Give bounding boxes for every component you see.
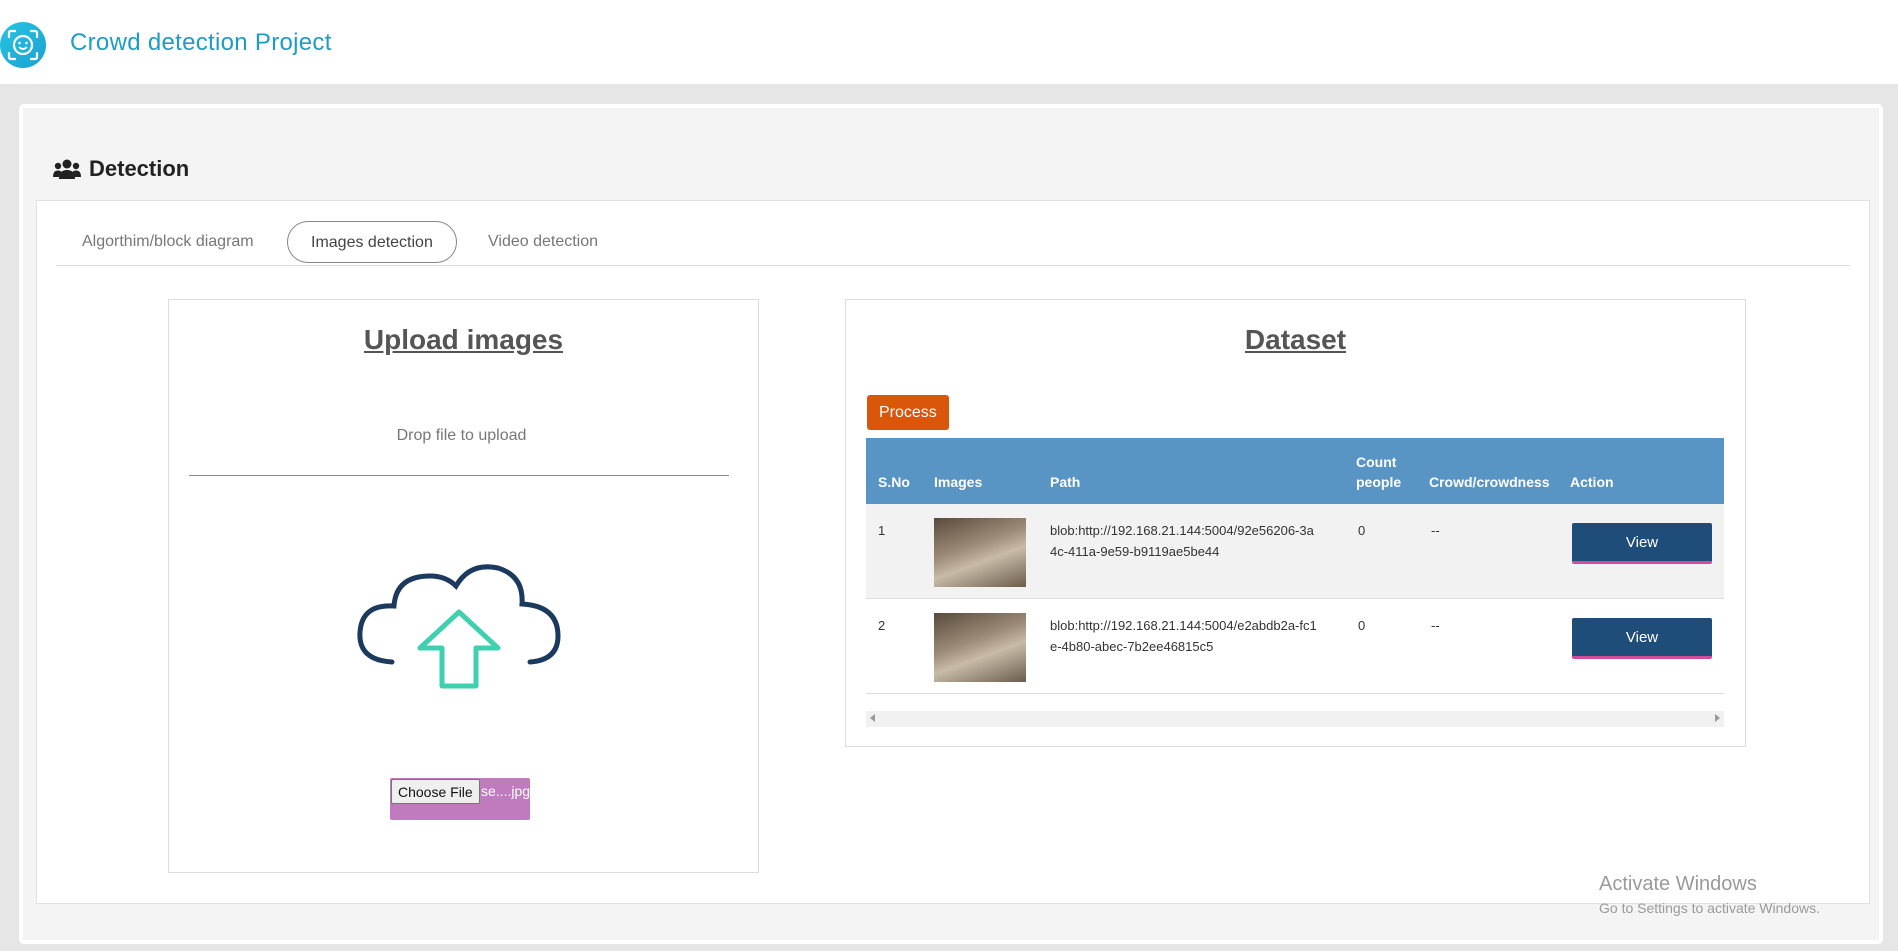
count-people: 0 [1358, 618, 1366, 633]
tab-images-detection[interactable]: Images detection [287, 221, 457, 263]
dataset-table: S.No Images Path Count people Crowd/crow… [866, 438, 1724, 694]
page-title: Detection [89, 156, 190, 181]
process-button[interactable]: Process [867, 395, 949, 430]
detection-container: Algorthim/block diagram Images detection… [36, 200, 1870, 904]
windows-activation-watermark: Activate Windows Go to Settings to activ… [1599, 873, 1820, 916]
top-bar: Crowd detection Project [0, 0, 1898, 84]
section-header: Detection [53, 156, 189, 182]
count-people: 0 [1358, 523, 1366, 538]
tab-video-detection[interactable]: Video detection [488, 221, 598, 263]
column-header: Crowd/crowdness [1429, 474, 1550, 490]
app-title[interactable]: Crowd detection Project [70, 29, 332, 57]
tab-algorithm[interactable]: Algorthim/block diagram [82, 221, 254, 263]
view-button[interactable]: View [1572, 523, 1712, 564]
main-panel: Detection Algorthim/block diagram Images… [19, 104, 1883, 944]
crowd-status: -- [1431, 618, 1440, 633]
drop-zone-text[interactable]: Drop file to upload [169, 427, 754, 445]
tab-bar: Algorthim/block diagram Images detection… [56, 221, 1850, 266]
watermark-subtitle: Go to Settings to activate Windows. [1599, 900, 1820, 916]
scroll-right-icon[interactable] [1715, 714, 1720, 722]
image-path: blob:http://192.168.21.144:5004/92e56206… [1050, 523, 1314, 559]
column-header: Path [1050, 474, 1081, 490]
crowd-image-thumbnail[interactable] [934, 613, 1026, 682]
table-header: S.No Images Path Count people Crowd/crow… [866, 438, 1724, 504]
face-scan-icon [0, 22, 46, 68]
table-row: 1 blob:http://192.168.21.144:5004/92e562… [866, 504, 1724, 599]
watermark-title: Activate Windows [1599, 873, 1757, 895]
users-icon [53, 159, 81, 179]
row-number: 1 [878, 523, 886, 538]
image-path: blob:http://192.168.21.144:5004/e2abdb2a… [1050, 618, 1317, 654]
crowd-status: -- [1431, 523, 1440, 538]
row-number: 2 [878, 618, 886, 633]
divider [189, 475, 729, 476]
cloud-upload-icon[interactable] [354, 560, 564, 690]
dataset-card: Dataset Process S.No Images Path Count p… [845, 299, 1746, 747]
view-button[interactable]: View [1572, 618, 1712, 659]
choose-file-button[interactable]: Choose File [391, 779, 480, 804]
column-header: S.No [878, 474, 910, 490]
upload-card: Upload images Drop file to upload Choose… [168, 299, 759, 873]
crowd-image-thumbnail[interactable] [934, 518, 1026, 587]
column-header: Action [1570, 474, 1614, 490]
file-input[interactable]: Choose File se....jpg [390, 778, 530, 820]
column-header: Images [934, 474, 983, 490]
scroll-left-icon[interactable] [870, 714, 875, 722]
selected-file-name: se....jpg [481, 783, 531, 799]
dataset-heading: Dataset [1244, 324, 1347, 355]
upload-heading: Upload images [363, 324, 564, 355]
column-header: Count people [1356, 454, 1402, 490]
horizontal-scrollbar[interactable] [866, 711, 1724, 727]
table-row: 2 blob:http://192.168.21.144:5004/e2abdb… [866, 599, 1724, 694]
